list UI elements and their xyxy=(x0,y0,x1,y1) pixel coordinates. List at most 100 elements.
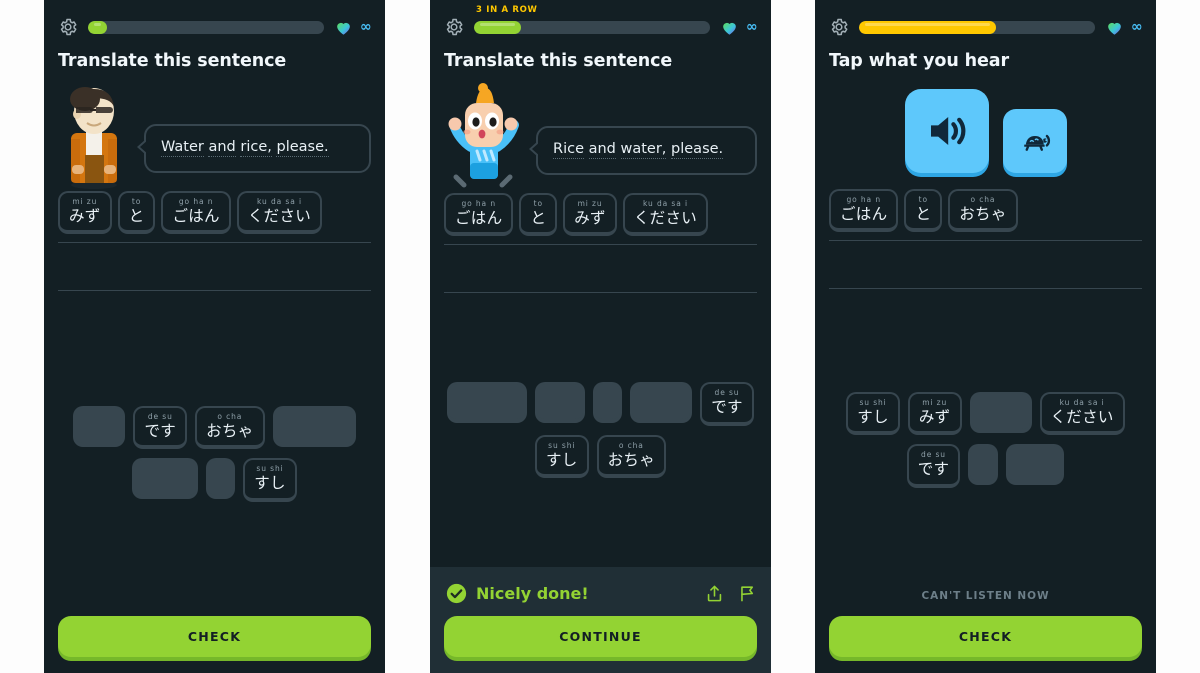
tile-kana: みず xyxy=(69,206,101,225)
play-slow-audio-button[interactable] xyxy=(1002,109,1067,173)
word-tile[interactable]: su shi すし xyxy=(846,391,900,435)
answer-line-1[interactable]: mi zu みず to と go ha n ごはん ku da sa i ください xyxy=(58,189,371,243)
tile-kana: みず xyxy=(574,208,606,227)
prompt-word[interactable]: rice, xyxy=(240,139,272,158)
turtle-icon xyxy=(1023,134,1050,151)
word-tile[interactable]: de su です xyxy=(906,444,961,488)
prompt-word[interactable]: and xyxy=(588,141,616,160)
answer-line-2[interactable] xyxy=(58,243,371,291)
feedback-actions xyxy=(705,584,757,603)
tile-kana: すし xyxy=(545,450,578,469)
word-tile[interactable]: o cha おちゃ xyxy=(948,188,1018,233)
panel-2-topbar: 3 IN A ROW ∞ xyxy=(430,0,771,37)
screenshot-stage: ∞ Translate this sentence Water and rice… xyxy=(0,0,1200,673)
tile-kana: と xyxy=(915,204,932,223)
word-tile[interactable]: to と xyxy=(904,188,943,233)
share-icon[interactable] xyxy=(705,584,724,603)
cant-listen-now-button[interactable]: CAN'T LISTEN NOW xyxy=(829,590,1142,616)
word-tile[interactable]: go ha n ごはん xyxy=(161,190,231,235)
prompt-word[interactable]: Water xyxy=(161,139,204,158)
word-tile[interactable]: de su です xyxy=(700,382,754,426)
word-tile-used[interactable] xyxy=(132,458,199,499)
prompt-word[interactable]: Rice xyxy=(553,141,584,160)
progress-fill xyxy=(859,20,996,34)
tile-kana: です xyxy=(711,398,743,416)
page-title: Tap what you hear xyxy=(829,51,1010,71)
progress-wrapper xyxy=(88,20,324,34)
answer-area: mi zu みず to と go ha n ごはん ku da sa i ください xyxy=(44,189,385,291)
tile-kana: ください xyxy=(633,208,698,227)
word-tile-used[interactable] xyxy=(969,391,1032,433)
word-tile-used[interactable] xyxy=(73,405,126,447)
hearts-indicator[interactable]: ∞ xyxy=(720,18,758,37)
word-tile[interactable]: to と xyxy=(117,190,156,235)
flag-icon[interactable] xyxy=(738,584,757,603)
older-man-character xyxy=(70,87,117,189)
answer-line-2[interactable] xyxy=(829,241,1142,289)
word-tile-used[interactable] xyxy=(1006,444,1065,485)
word-tile-used[interactable] xyxy=(535,382,586,423)
gear-icon[interactable] xyxy=(829,17,849,37)
tile-romaji: go ha n xyxy=(178,196,214,206)
word-tile[interactable]: go ha n ごはん xyxy=(444,192,514,237)
word-bank[interactable]: su shi すし mi zu みず ku da sa i ください de su です xyxy=(815,391,1156,488)
tile-romaji: go ha n xyxy=(461,198,496,208)
word-tile-used[interactable] xyxy=(968,444,999,485)
panel-3-topbar: ∞ xyxy=(815,0,1156,37)
word-tile-used[interactable] xyxy=(593,382,623,423)
word-tile[interactable]: ku da sa i ください xyxy=(1039,391,1125,435)
tile-kana: ごはん xyxy=(172,206,220,225)
word-tile[interactable]: o cha おちゃ xyxy=(596,434,667,478)
tile-kana: おちゃ xyxy=(607,450,656,469)
word-tile-used[interactable] xyxy=(272,405,356,447)
prompt-word[interactable]: and xyxy=(208,139,236,158)
hearts-indicator[interactable]: ∞ xyxy=(334,18,372,37)
gear-icon[interactable] xyxy=(58,17,78,37)
check-button[interactable]: CHECK xyxy=(829,616,1142,657)
continue-button[interactable]: CONTINUE xyxy=(444,616,757,657)
tile-kana: です xyxy=(144,421,177,440)
tile-romaji: ku da sa i xyxy=(257,196,302,206)
word-tile[interactable]: ku da sa i ください xyxy=(236,190,323,235)
infinity-hearts-label: ∞ xyxy=(359,19,372,35)
feedback-row: Nicely done! xyxy=(444,579,757,616)
word-tile[interactable]: mi zu みず xyxy=(907,391,962,435)
play-audio-button[interactable] xyxy=(904,89,989,173)
speaker-icon xyxy=(930,117,965,145)
tile-kana: おちゃ xyxy=(959,204,1007,223)
word-tile[interactable]: ku da sa i ください xyxy=(622,192,709,237)
prompt-word[interactable]: water, xyxy=(620,141,667,160)
answer-area: go ha n ごはん to と mi zu みず ku da sa i ください xyxy=(430,191,771,293)
word-tile[interactable]: mi zu みず xyxy=(563,192,617,237)
speech-bubble: Water and rice, please. xyxy=(137,124,371,173)
word-bank[interactable]: de su です o cha おちゃ su shi すし xyxy=(44,405,385,502)
word-tile[interactable]: go ha n ごはん xyxy=(829,188,899,233)
word-tile-used[interactable] xyxy=(630,382,693,423)
audio-controls xyxy=(815,71,1156,187)
word-tile[interactable]: su shi すし xyxy=(534,434,589,478)
word-tile[interactable]: mi zu みず xyxy=(58,190,112,235)
answer-area: go ha n ごはん to と o cha おちゃ xyxy=(815,187,1156,289)
prompt-sentence: Water and rice, please. xyxy=(161,139,354,158)
prompt-word[interactable]: please. xyxy=(276,139,329,158)
word-tile[interactable]: o cha おちゃ xyxy=(195,405,265,449)
gear-icon[interactable] xyxy=(444,17,464,37)
word-tile[interactable]: de su です xyxy=(133,405,188,449)
prompt-word[interactable]: please. xyxy=(671,141,724,160)
answer-line-1[interactable]: go ha n ごはん to と mi zu みず ku da sa i ください xyxy=(444,191,757,245)
tile-kana: と xyxy=(128,206,145,225)
tile-romaji: to xyxy=(533,198,544,208)
word-bank[interactable]: de su です su shi すし o cha おちゃ xyxy=(430,382,771,478)
check-button[interactable]: CHECK xyxy=(58,616,371,657)
word-tile[interactable]: su shi すし xyxy=(243,458,297,502)
word-tile-used[interactable] xyxy=(447,382,528,423)
answer-line-1[interactable]: go ha n ごはん to と o cha おちゃ xyxy=(829,187,1142,241)
word-tile-used[interactable] xyxy=(206,458,236,499)
word-tile[interactable]: to と xyxy=(519,192,558,237)
answer-line-2[interactable] xyxy=(444,245,757,293)
lesson-panel-translate-2-correct: 3 IN A ROW ∞ Translate this sentence Ric… xyxy=(430,0,771,673)
hearts-indicator[interactable]: ∞ xyxy=(1105,18,1143,37)
